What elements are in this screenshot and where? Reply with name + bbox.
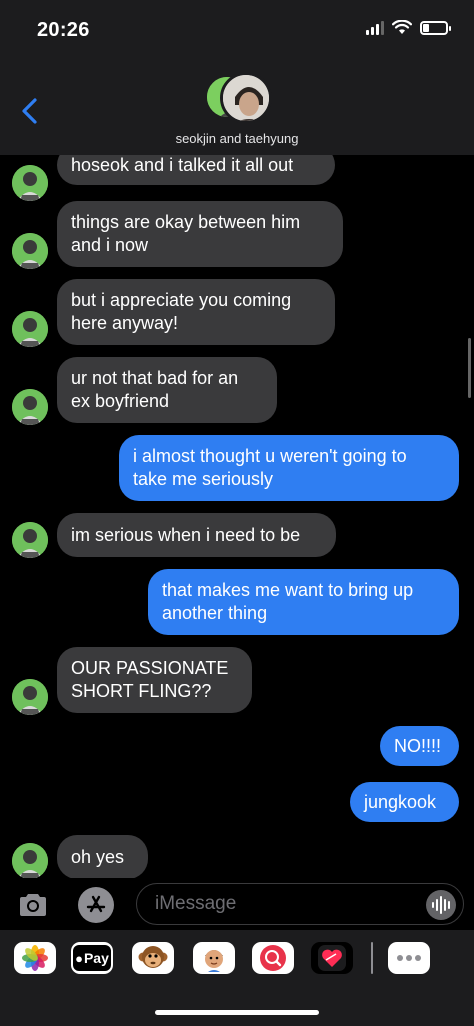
- message-line: im serious when i need to be: [71, 524, 301, 545]
- message-text: ur not that bad for an ex boyfriend: [71, 367, 238, 413]
- scrollbar[interactable]: [468, 338, 471, 398]
- message-line: NO!!!!: [394, 735, 442, 756]
- message-line: but i appreciate you coming: [71, 290, 292, 310]
- outgoing-message-bubble[interactable]: that makes me want to bring up another th…: [148, 569, 459, 635]
- animoji-button[interactable]: [132, 942, 174, 974]
- message-line: take me seriously: [133, 469, 274, 489]
- group-avatar[interactable]: [204, 72, 272, 126]
- back-chevron-icon[interactable]: [18, 96, 42, 126]
- message-line: that makes me want to bring up: [162, 580, 414, 600]
- sender-avatar[interactable]: [12, 522, 48, 558]
- compose-bar: [0, 878, 474, 930]
- sender-avatar[interactable]: [12, 389, 48, 425]
- monkey-animoji-icon: [138, 946, 168, 968]
- message-line: jungkook: [364, 791, 437, 812]
- home-indicator[interactable]: [155, 1010, 319, 1015]
- camera-icon[interactable]: [17, 892, 49, 918]
- incoming-message-bubble[interactable]: hoseok and i talked it all out: [57, 155, 335, 185]
- outgoing-message-bubble[interactable]: i almost thought u weren't going to take …: [119, 435, 459, 501]
- message-line: SHORT FLING??: [71, 681, 212, 701]
- message-line: hoseok and i talked it all out: [71, 155, 294, 175]
- group-name[interactable]: seokjin and taehyung: [0, 131, 474, 146]
- outgoing-message-bubble[interactable]: NO!!!!: [380, 726, 459, 766]
- message-line: and i now: [71, 235, 149, 255]
- message-line: another thing: [162, 603, 268, 623]
- message-line: things are okay between him: [71, 212, 301, 232]
- heart-touch-icon: [318, 945, 346, 971]
- digital-touch-button[interactable]: [311, 942, 353, 974]
- message-input[interactable]: [136, 883, 464, 925]
- memoji-button[interactable]: [193, 942, 235, 974]
- wifi-icon: [392, 20, 412, 34]
- apple-pay-button[interactable]: ● Pay: [71, 942, 113, 974]
- message-text: hoseok and i talked it all out: [71, 155, 293, 177]
- message-text: jungkook: [364, 791, 436, 814]
- avatar: [220, 72, 272, 124]
- incoming-message-bubble[interactable]: oh yes: [57, 835, 148, 878]
- globe-search-icon: [260, 945, 286, 971]
- cellular-signal-icon: [366, 20, 384, 35]
- message-line: ex boyfriend: [71, 391, 170, 411]
- incoming-message-bubble[interactable]: OUR PASSIONATE SHORT FLING??: [57, 647, 252, 713]
- apple-pay-icon: ● Pay: [73, 945, 111, 971]
- incoming-message-bubble[interactable]: things are okay between him and i now: [57, 201, 343, 267]
- status-time: 20:26: [37, 19, 90, 41]
- message-text: oh yes: [71, 846, 124, 869]
- message-line: here anyway!: [71, 313, 179, 333]
- photos-app-button[interactable]: [14, 942, 56, 974]
- message-text: NO!!!!: [394, 735, 441, 758]
- status-bar: 20:26: [0, 0, 474, 60]
- message-text: OUR PASSIONATE SHORT FLING??: [71, 657, 228, 703]
- outgoing-message-bubble[interactable]: jungkook: [350, 782, 459, 822]
- ellipsis-icon: [397, 955, 421, 961]
- photos-icon: [22, 945, 48, 971]
- image-search-button[interactable]: [252, 942, 294, 974]
- message-line: OUR PASSIONATE: [71, 658, 229, 678]
- incoming-message-bubble[interactable]: im serious when i need to be: [57, 513, 336, 557]
- sender-avatar[interactable]: [12, 233, 48, 269]
- sender-avatar[interactable]: [12, 679, 48, 715]
- battery-icon: [420, 20, 451, 35]
- apple-pay-label: Pay: [83, 950, 109, 966]
- drawer-divider: [371, 942, 373, 974]
- app-store-icon[interactable]: [78, 887, 114, 923]
- incoming-message-bubble[interactable]: but i appreciate you coming here anyway!: [57, 279, 335, 345]
- sender-avatar[interactable]: [12, 165, 48, 201]
- message-text: things are okay between him and i now: [71, 211, 300, 257]
- status-icons: [366, 20, 451, 35]
- conversation-header: 20:26 seokjin and taehyung: [0, 0, 474, 155]
- message-text: i almost thought u weren't going to take …: [133, 445, 407, 491]
- sender-avatar[interactable]: [12, 843, 48, 878]
- more-apps-button[interactable]: [388, 942, 430, 974]
- message-text: im serious when i need to be: [71, 524, 300, 547]
- message-line: i almost thought u weren't going to: [133, 446, 407, 466]
- message-text: but i appreciate you coming here anyway!: [71, 289, 291, 335]
- memoji-icon: [205, 950, 223, 972]
- message-text: that makes me want to bring up another th…: [162, 579, 413, 625]
- message-line: oh yes: [71, 846, 125, 867]
- incoming-message-bubble[interactable]: ur not that bad for an ex boyfriend: [57, 357, 277, 423]
- message-list[interactable]: hoseok and i talked it all out things are…: [0, 155, 474, 878]
- message-line: ur not that bad for an: [71, 368, 239, 388]
- audio-waveform-icon[interactable]: [426, 890, 456, 920]
- sender-avatar[interactable]: [12, 311, 48, 347]
